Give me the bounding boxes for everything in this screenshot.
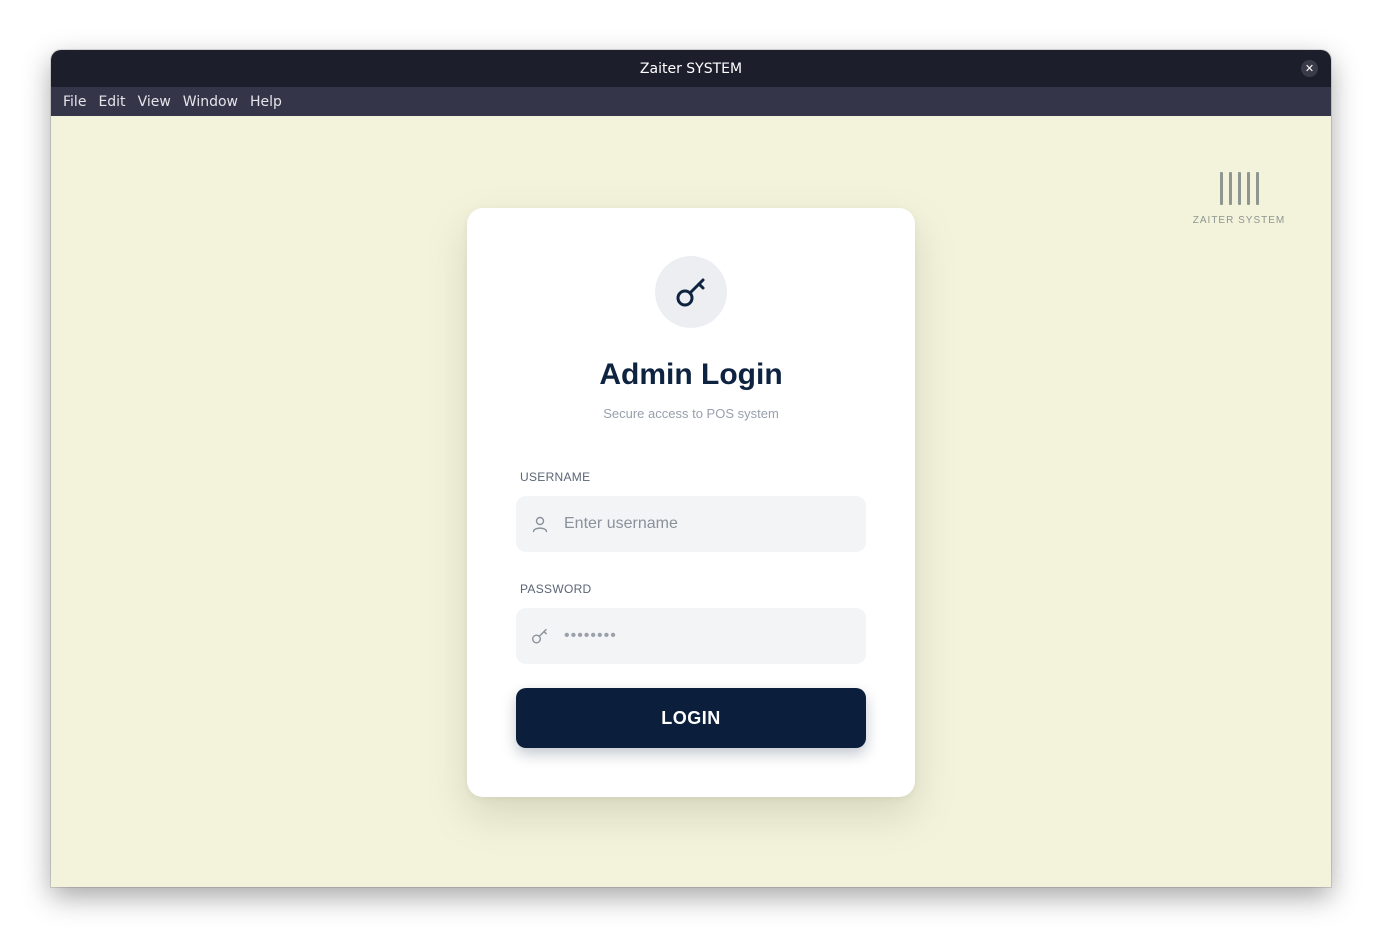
close-icon: ✕ xyxy=(1304,62,1315,75)
close-button[interactable]: ✕ xyxy=(1301,60,1318,77)
page-subtitle: Secure access to POS system xyxy=(603,406,779,421)
title-bar: Zaiter SYSTEM ✕ xyxy=(51,50,1331,87)
barcode-icon xyxy=(1219,172,1259,205)
login-card: Admin Login Secure access to POS system … xyxy=(467,208,915,797)
password-field[interactable] xyxy=(516,608,866,664)
username-field[interactable] xyxy=(516,496,866,552)
key-icon xyxy=(516,608,564,664)
menu-window[interactable]: Window xyxy=(177,94,244,110)
window-title: Zaiter SYSTEM xyxy=(639,60,743,77)
password-input[interactable] xyxy=(564,627,844,645)
username-input[interactable] xyxy=(564,515,844,533)
app-window: Zaiter SYSTEM ✕ File Edit View Window He… xyxy=(51,50,1331,887)
key-icon-badge xyxy=(655,256,727,328)
username-label: USERNAME xyxy=(520,470,591,484)
user-icon xyxy=(516,496,564,552)
menu-bar: File Edit View Window Help xyxy=(51,87,1331,116)
menu-view[interactable]: View xyxy=(132,94,177,110)
key-icon xyxy=(676,278,705,307)
menu-file[interactable]: File xyxy=(57,94,92,110)
menu-help[interactable]: Help xyxy=(244,94,288,110)
menu-edit[interactable]: Edit xyxy=(92,94,131,110)
login-button[interactable]: LOGIN xyxy=(516,688,866,748)
main-content: ZAITER SYSTEM Admin Login Secure access … xyxy=(51,116,1331,887)
brand-logo: ZAITER SYSTEM xyxy=(1189,172,1289,226)
brand-logo-text: ZAITER SYSTEM xyxy=(1192,215,1286,226)
password-label: PASSWORD xyxy=(520,582,592,596)
page-title: Admin Login xyxy=(599,358,783,391)
